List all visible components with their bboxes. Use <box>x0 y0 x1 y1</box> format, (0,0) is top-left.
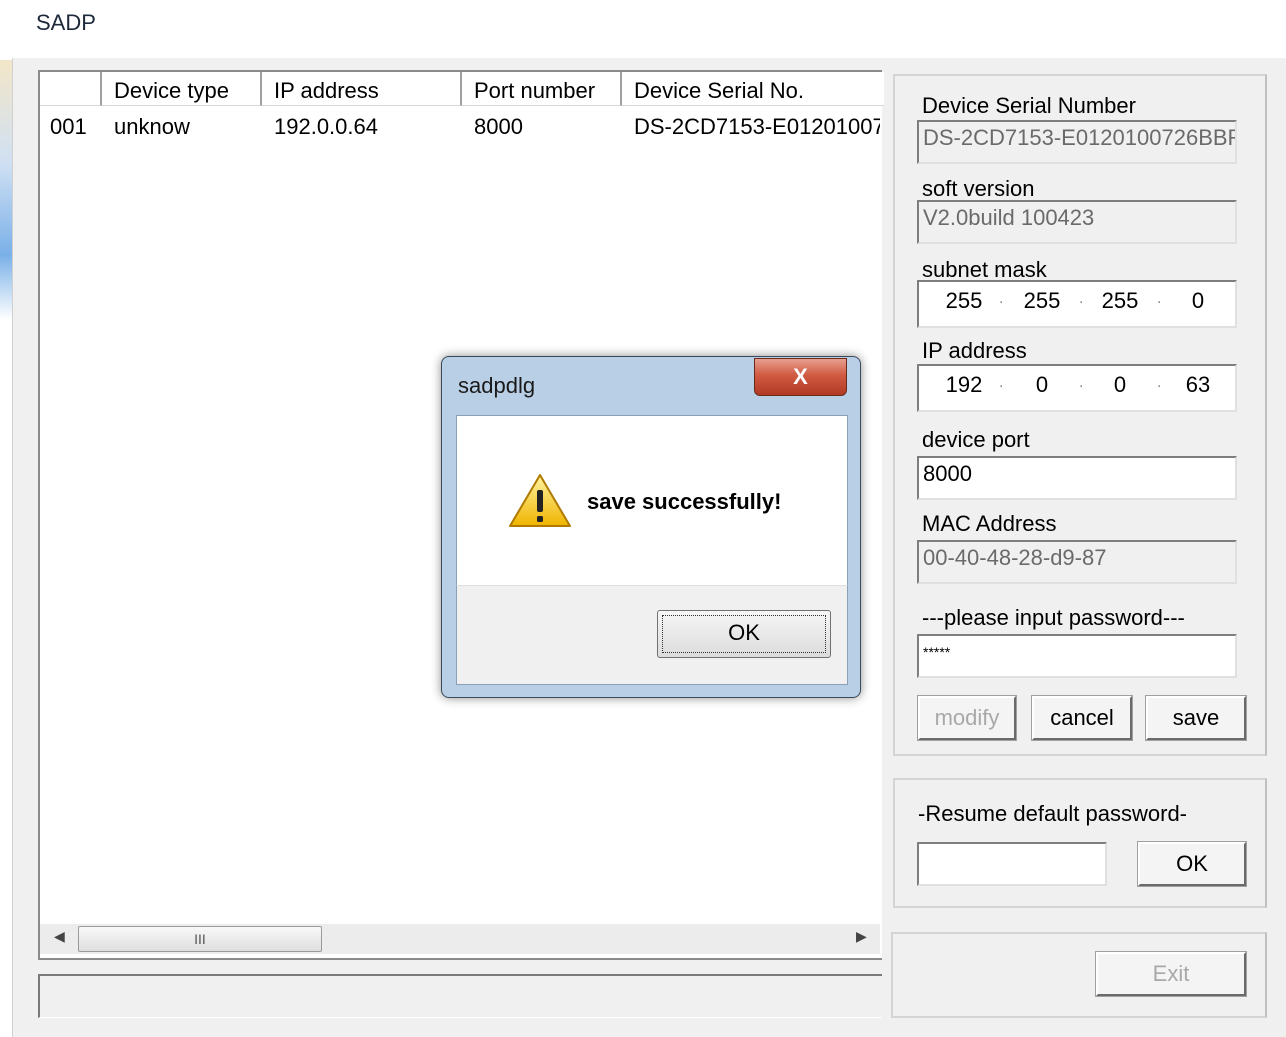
subnet-octet-3[interactable]: 255 <box>1097 288 1143 314</box>
ip-dot: . <box>999 374 1004 391</box>
dialog-footer: OK <box>456 585 848 685</box>
row-ip-address: 192.0.0.64 <box>274 114 378 139</box>
ip-address-label: IP address <box>922 338 1027 363</box>
password-field[interactable]: ***** <box>917 634 1237 678</box>
column-header-ip-address[interactable]: IP address <box>262 72 462 106</box>
close-icon[interactable]: X <box>754 358 847 396</box>
ip-octet-2[interactable]: 0 <box>1019 372 1065 398</box>
subnet-mask-field[interactable]: 255 . 255 . 255 . 0 <box>917 280 1237 328</box>
resume-password-input[interactable] <box>917 842 1107 886</box>
subnet-dot: . <box>1079 290 1084 307</box>
ip-octet-1[interactable]: 192 <box>941 372 987 398</box>
app-title-tab: SADP <box>0 0 118 58</box>
serial-number-field: DS-2CD7153-E0120100726BBR <box>917 120 1237 164</box>
dialog-message: save successfully! <box>587 489 782 514</box>
ip-address-field[interactable]: 192 . 0 . 0 . 63 <box>917 364 1237 412</box>
modify-button[interactable]: modify <box>917 695 1017 741</box>
soft-version-field: V2.0build 100423 <box>917 200 1237 244</box>
scroll-right-icon[interactable]: ▶ <box>856 928 867 945</box>
subnet-octet-1[interactable]: 255 <box>941 288 987 314</box>
app-title: SADP <box>36 10 96 35</box>
column-header-serial-no[interactable]: Device Serial No. <box>622 72 884 106</box>
focus-rectangle <box>662 615 826 653</box>
dialog-body: save successfully! <box>456 415 848 585</box>
ip-dot: . <box>1079 374 1084 391</box>
scroll-thumb[interactable]: III <box>78 926 322 952</box>
dialog-ok-button[interactable]: OK <box>657 610 831 658</box>
row-port-number: 8000 <box>474 114 523 139</box>
column-header-port-number[interactable]: Port number <box>462 72 622 106</box>
row-device-type: unknow <box>114 114 190 139</box>
row-index: 001 <box>50 114 87 139</box>
status-bar <box>38 974 882 1018</box>
ip-octet-4[interactable]: 63 <box>1175 372 1221 398</box>
dialog-title: sadpdlg <box>458 373 536 398</box>
horizontal-scrollbar[interactable]: ◀ III ▶ <box>40 924 880 954</box>
column-header-device-type[interactable]: Device type <box>102 72 262 106</box>
row-serial-no: DS-2CD7153-E01201007 <box>634 114 880 139</box>
background-strip <box>0 60 12 320</box>
resume-ok-button[interactable]: OK <box>1137 841 1247 887</box>
column-header-index[interactable] <box>40 72 102 106</box>
scroll-left-icon[interactable]: ◀ <box>54 928 65 945</box>
resume-password-label: -Resume default password- <box>918 801 1188 826</box>
subnet-octet-2[interactable]: 255 <box>1019 288 1065 314</box>
subnet-octet-4[interactable]: 0 <box>1175 288 1221 314</box>
warning-icon <box>507 472 573 530</box>
table-row[interactable]: 001 unknow 192.0.0.64 8000 DS-2CD7153-E0… <box>40 108 884 144</box>
save-button[interactable]: save <box>1145 695 1247 741</box>
serial-number-label: Device Serial Number <box>922 93 1136 118</box>
device-port-label: device port <box>922 427 1030 452</box>
exit-button[interactable]: Exit <box>1095 951 1247 997</box>
password-label: ---please input password--- <box>922 605 1185 630</box>
mac-address-field: 00-40-48-28-d9-87 <box>917 540 1237 584</box>
subnet-dot: . <box>1157 290 1162 307</box>
ip-octet-3[interactable]: 0 <box>1097 372 1143 398</box>
soft-version-label: soft version <box>922 176 1035 201</box>
cancel-button[interactable]: cancel <box>1031 695 1133 741</box>
mac-address-label: MAC Address <box>922 511 1057 536</box>
device-port-field[interactable]: 8000 <box>917 456 1237 500</box>
message-dialog: sadpdlg X save successfully! OK <box>441 356 861 698</box>
ip-dot: . <box>1157 374 1162 391</box>
subnet-dot: . <box>999 290 1004 307</box>
